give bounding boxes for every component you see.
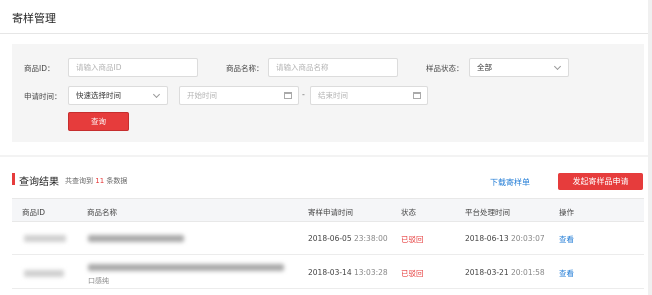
start-time-input[interactable]: 开始时间 [179, 86, 299, 105]
process-time: 2018-06-13 20:03:07 [465, 234, 545, 243]
process-clock: 20:01:58 [510, 268, 545, 277]
sample-status-label: 样品状态： [426, 64, 464, 73]
apply-time: 2018-06-05 23:38:00 [308, 234, 388, 243]
view-link[interactable]: 查看 [559, 268, 574, 279]
quick-time-value: 快速选择时间 [76, 91, 121, 100]
results-count-number: 11 [95, 177, 105, 185]
table-header: 商品ID 商品名称 寄样申请时间 状态 平台处理时间 操作 [12, 198, 644, 222]
status-badge: 已驳回 [401, 269, 424, 278]
apply-sample-button[interactable]: 发起寄样品申请 [558, 173, 643, 190]
process-date: 2018-06-13 [465, 234, 509, 243]
product-id-label: 商品ID： [24, 64, 55, 73]
chevron-down-icon [553, 62, 562, 71]
table-row: 口感纯 2018-03-14 13:03:28 已驳回 2018-03-21 2… [12, 256, 644, 289]
end-time-input[interactable]: 结束时间 [310, 86, 428, 105]
results-accent-bar [12, 173, 15, 185]
calendar-icon [413, 92, 421, 99]
column-status: 状态 [401, 208, 416, 217]
process-date: 2018-03-21 [465, 268, 509, 277]
sample-status-value: 全部 [477, 63, 492, 72]
results-count-suffix: 条数据 [106, 177, 128, 185]
apply-time: 2018-03-14 13:03:28 [308, 268, 388, 277]
scrollbar[interactable] [648, 0, 652, 295]
column-action: 操作 [559, 208, 574, 217]
apply-clock: 23:38:00 [353, 234, 388, 243]
download-sample-list-link[interactable]: 下载寄样单 [490, 177, 530, 188]
apply-time-label: 申请时间： [24, 92, 62, 101]
range-separator: - [302, 90, 305, 99]
process-clock: 20:03:07 [510, 234, 545, 243]
query-button[interactable]: 查询 [68, 112, 129, 131]
product-name-fragment: 口感纯 [88, 277, 109, 285]
chevron-down-icon [152, 90, 161, 99]
results-count: 共查询到 11 条数据 [65, 176, 127, 186]
apply-date: 2018-06-05 [308, 234, 352, 243]
view-link[interactable]: 查看 [559, 234, 574, 245]
page-title: 寄样管理 [12, 12, 56, 25]
apply-clock: 13:03:28 [353, 268, 388, 277]
section-divider [0, 155, 652, 157]
start-time-placeholder: 开始时间 [187, 91, 217, 100]
results-count-prefix: 共查询到 [65, 177, 93, 185]
product-name-label: 商品名称： [226, 64, 264, 73]
column-product-name: 商品名称 [87, 208, 117, 217]
column-apply-time: 寄样申请时间 [308, 208, 353, 217]
sample-status-select[interactable]: 全部 [469, 58, 569, 77]
calendar-icon [284, 92, 292, 99]
status-badge: 已驳回 [401, 235, 424, 244]
product-id-redacted [24, 235, 66, 242]
product-name-redacted [88, 235, 184, 242]
filter-panel: 商品ID： 请输入商品ID 商品名称： 请输入商品名称 样品状态： 全部 申请时… [12, 44, 644, 142]
table-row: 2018-06-05 23:38:00 已驳回 2018-06-13 20:03… [12, 222, 644, 255]
results-title: 查询结果 [19, 177, 59, 188]
product-id-redacted [24, 270, 64, 277]
quick-time-select[interactable]: 快速选择时间 [68, 86, 168, 105]
product-id-input[interactable]: 请输入商品ID [68, 58, 198, 77]
end-time-placeholder: 结束时间 [318, 91, 348, 100]
product-name-redacted [88, 264, 284, 271]
apply-date: 2018-03-14 [308, 268, 352, 277]
title-divider [0, 33, 652, 34]
column-product-id: 商品ID [22, 208, 45, 217]
column-process-time: 平台处理时间 [465, 208, 510, 217]
product-name-input[interactable]: 请输入商品名称 [268, 58, 398, 77]
process-time: 2018-03-21 20:01:58 [465, 268, 545, 277]
